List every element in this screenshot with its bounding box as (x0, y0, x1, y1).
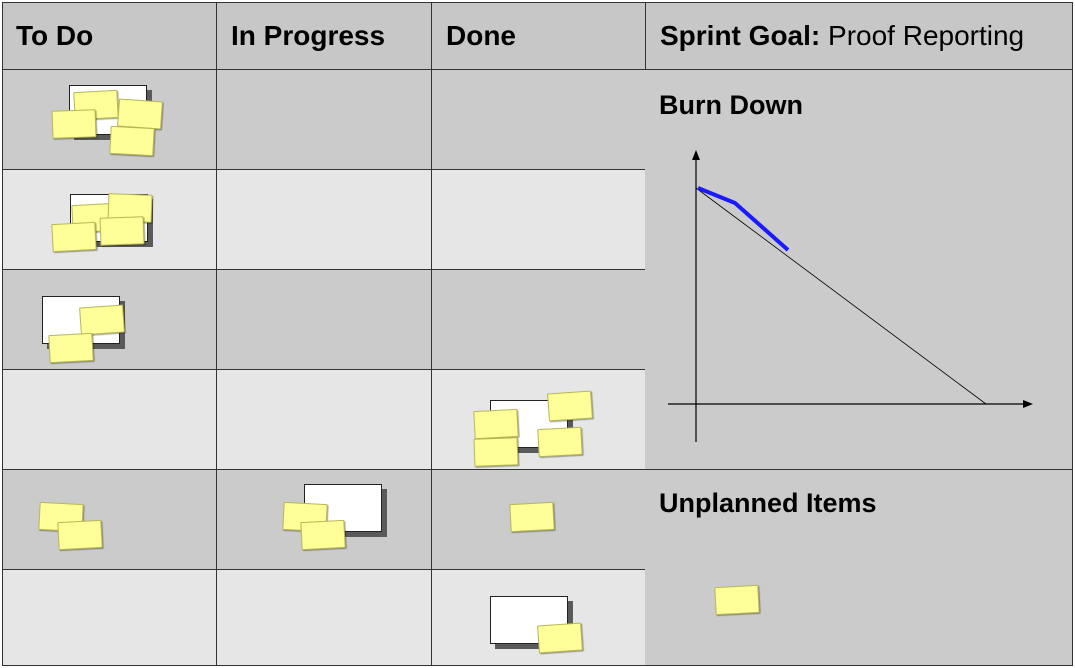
sprint-goal-label: Sprint Goal: (660, 20, 821, 51)
column-header-done: Done (432, 2, 646, 69)
row-4-done-cell (432, 369, 646, 469)
task-note[interactable] (109, 125, 155, 157)
task-note[interactable] (57, 519, 103, 551)
column-title-in-progress: In Progress (231, 20, 386, 51)
task-note[interactable] (473, 437, 519, 467)
row-5-todo-cell (2, 469, 217, 569)
column-title-done: Done (446, 20, 516, 51)
task-note[interactable] (117, 98, 163, 130)
unplanned-items-title: Unplanned Items (659, 488, 877, 518)
column-header-in-progress: In Progress (217, 2, 432, 69)
burn-down-panel: Burn Down (645, 69, 1073, 469)
row-2-in-progress-cell (217, 169, 432, 269)
row-1-todo-cell (2, 69, 217, 169)
task-note[interactable] (300, 519, 346, 551)
unplanned-items-panel: Unplanned Items (645, 469, 1073, 666)
row-5-in-progress-cell (217, 469, 432, 569)
column-title-todo: To Do (16, 20, 94, 51)
actual-burn-line (697, 186, 790, 252)
sprint-goal-header: Sprint Goal: Proof Reporting (646, 2, 1073, 69)
row-3-todo-cell (2, 269, 217, 369)
task-note[interactable] (714, 584, 760, 616)
row-2-done-cell (432, 169, 646, 269)
row-1-done-cell (432, 69, 646, 169)
task-note[interactable] (51, 109, 97, 139)
task-note[interactable] (79, 304, 125, 336)
row-5-done-cell (432, 469, 646, 569)
task-note[interactable] (48, 332, 94, 364)
row-1-in-progress-cell (217, 69, 432, 169)
y-axis-arrow-icon (692, 150, 700, 160)
sprint-goal-value: Proof Reporting (828, 20, 1025, 51)
row-4-in-progress-cell (217, 369, 432, 469)
row-6-in-progress-cell (217, 569, 432, 666)
task-note[interactable] (509, 501, 555, 533)
row-6-todo-cell (2, 569, 217, 666)
row-2-todo-cell (2, 169, 217, 269)
burn-down-chart (668, 150, 1033, 442)
task-note[interactable] (473, 408, 519, 440)
ideal-burn-line (695, 187, 987, 405)
row-6-done-cell (432, 569, 646, 666)
x-axis-arrow-icon (1023, 400, 1033, 408)
task-note[interactable] (547, 390, 593, 422)
task-note[interactable] (51, 221, 97, 253)
task-note[interactable] (537, 622, 583, 654)
row-4-todo-cell (2, 369, 217, 469)
row-3-done-cell (432, 269, 646, 369)
sprint-goal-text: Sprint Goal: Proof Reporting (660, 20, 1024, 52)
task-note[interactable] (537, 426, 583, 458)
scrum-task-board: To Do In Progress Done Sprint Goal: Proo… (2, 2, 1073, 666)
row-3-in-progress-cell (217, 269, 432, 369)
column-header-todo: To Do (2, 2, 217, 69)
task-note[interactable] (99, 216, 145, 246)
